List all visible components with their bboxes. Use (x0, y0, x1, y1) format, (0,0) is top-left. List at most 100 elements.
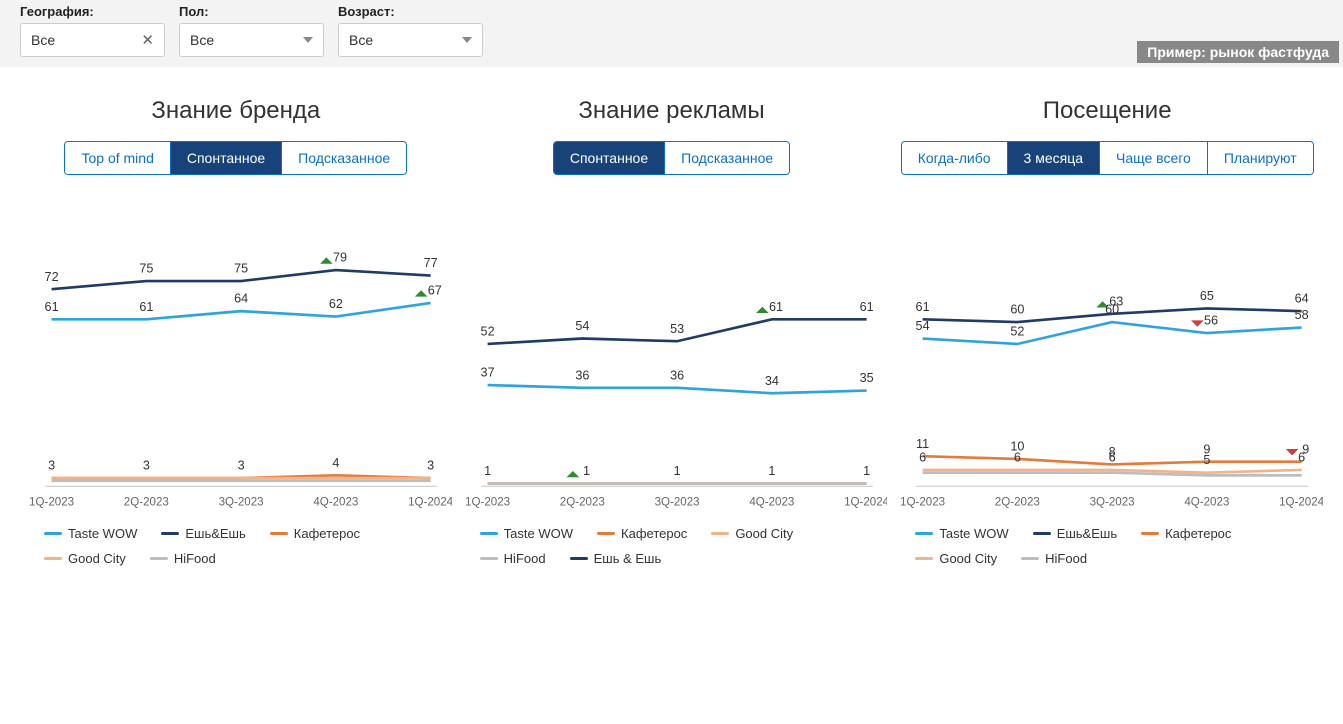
svg-text:6: 6 (1109, 450, 1116, 464)
svg-text:60: 60 (1011, 303, 1025, 317)
tab-group: Когда-либо3 месяцаЧаще всегоПланируют (901, 141, 1314, 175)
svg-text:4: 4 (332, 456, 339, 470)
svg-text:4Q-2023: 4Q-2023 (1185, 496, 1230, 508)
filter-geography-select[interactable]: Все ✕ (20, 23, 165, 57)
legend-swatch (1141, 532, 1159, 535)
svg-text:64: 64 (234, 292, 248, 306)
close-icon[interactable]: ✕ (141, 31, 154, 49)
svg-text:3: 3 (143, 459, 150, 473)
svg-text:3: 3 (48, 459, 55, 473)
legend-label: Taste WOW (68, 526, 137, 541)
legend-item[interactable]: Ешь&Ешь (1033, 526, 1117, 541)
legend-swatch (161, 532, 179, 535)
svg-text:64: 64 (1295, 292, 1309, 306)
svg-text:61: 61 (916, 300, 930, 314)
tab-button[interactable]: Планируют (1208, 142, 1313, 174)
legend-swatch (915, 557, 933, 560)
legend-item[interactable]: Ешь & Ешь (570, 551, 662, 566)
filter-geography-label: География: (20, 4, 165, 19)
legend-item[interactable]: HiFood (150, 551, 216, 566)
svg-text:36: 36 (670, 368, 684, 382)
svg-text:6: 6 (919, 450, 926, 464)
legend-swatch (44, 532, 62, 535)
svg-text:35: 35 (859, 371, 873, 385)
example-badge: Пример: рынок фастфуда (1137, 41, 1339, 63)
svg-text:1Q-2024: 1Q-2024 (844, 496, 888, 508)
legend-item[interactable]: HiFood (480, 551, 546, 566)
panel-title: Посещение (1043, 97, 1172, 125)
filter-age: Возраст: Все (338, 4, 483, 57)
tab-button[interactable]: Когда-либо (902, 142, 1008, 174)
legend-swatch (597, 532, 615, 535)
chevron-down-icon (462, 37, 472, 43)
panel-1: Знание рекламыСпонтанноеПодсказанное5254… (456, 97, 888, 570)
legend-swatch (270, 532, 288, 535)
svg-text:1: 1 (484, 464, 491, 478)
chart: 616063656454526056581110899666561Q-20232… (891, 181, 1323, 518)
panel-0: Знание бренда Top of mindСпонтанноеПодска… (20, 97, 452, 570)
svg-text:67: 67 (428, 283, 442, 297)
filter-gender-label: Пол: (179, 4, 324, 19)
legend-swatch (480, 557, 498, 560)
legend-label: Good City (735, 526, 793, 541)
chevron-down-icon (303, 37, 313, 43)
svg-text:72: 72 (45, 270, 59, 284)
legend-label: HiFood (1045, 551, 1087, 566)
svg-text:61: 61 (769, 300, 783, 314)
svg-text:61: 61 (45, 300, 59, 314)
tab-button[interactable]: Подсказанное (665, 142, 789, 174)
legend-item[interactable]: Кафетерос (597, 526, 687, 541)
legend-label: Ешь & Ешь (594, 551, 662, 566)
svg-text:1: 1 (673, 464, 680, 478)
svg-text:4Q-2023: 4Q-2023 (313, 496, 358, 508)
panel-title: Знание бренда (151, 97, 320, 125)
legend-item[interactable]: HiFood (1021, 551, 1087, 566)
svg-text:3Q-2023: 3Q-2023 (219, 496, 264, 508)
legend-label: Good City (939, 551, 997, 566)
legend-item[interactable]: Taste WOW (480, 526, 573, 541)
filter-age-select[interactable]: Все (338, 23, 483, 57)
svg-text:3Q-2023: 3Q-2023 (654, 496, 699, 508)
tab-button[interactable]: Спонтанное (171, 142, 282, 174)
tab-button[interactable]: Спонтанное (554, 142, 665, 174)
svg-text:1Q-2023: 1Q-2023 (900, 496, 945, 508)
legend-item[interactable]: Taste WOW (44, 526, 137, 541)
tab-button[interactable]: Чаще всего (1100, 142, 1208, 174)
legend-label: Good City (68, 551, 126, 566)
svg-text:6: 6 (1298, 450, 1305, 464)
svg-text:2Q-2023: 2Q-2023 (559, 496, 604, 508)
legend-label: Кафетерос (1165, 526, 1231, 541)
tab-button[interactable]: Подсказанное (282, 142, 406, 174)
chart: 72757579776161646267333431Q-20232Q-20233… (20, 181, 452, 518)
legend-item[interactable]: Кафетерос (270, 526, 360, 541)
svg-text:1Q-2023: 1Q-2023 (29, 496, 74, 508)
legend-item[interactable]: Кафетерос (1141, 526, 1231, 541)
legend-label: Ешь&Ешь (185, 526, 245, 541)
legend: Taste WOW Кафетерос Good City HiFood Ешь & Е… (456, 518, 888, 570)
legend-item[interactable]: Good City (711, 526, 793, 541)
tab-button[interactable]: 3 месяца (1008, 142, 1100, 174)
legend-item[interactable]: Good City (44, 551, 126, 566)
filter-gender-value: Все (190, 32, 214, 48)
svg-text:53: 53 (670, 322, 684, 336)
legend-swatch (1021, 557, 1039, 560)
tab-button[interactable]: Top of mind (65, 142, 170, 174)
svg-text:36: 36 (575, 368, 589, 382)
legend-label: Ешь&Ешь (1057, 526, 1117, 541)
filter-age-value: Все (349, 32, 373, 48)
filter-age-label: Возраст: (338, 4, 483, 19)
filter-gender-select[interactable]: Все (179, 23, 324, 57)
panel-title: Знание рекламы (578, 97, 764, 125)
legend-item[interactable]: Taste WOW (915, 526, 1008, 541)
svg-text:3: 3 (238, 459, 245, 473)
tab-group: СпонтанноеПодсказанное (553, 141, 790, 175)
legend-item[interactable]: Good City (915, 551, 997, 566)
filter-geography: География: Все ✕ (20, 4, 165, 57)
legend-label: Taste WOW (504, 526, 573, 541)
svg-text:61: 61 (139, 300, 153, 314)
svg-text:6: 6 (1014, 450, 1021, 464)
svg-text:52: 52 (480, 325, 494, 339)
svg-text:3: 3 (427, 459, 434, 473)
legend-item[interactable]: Ешь&Ешь (161, 526, 245, 541)
legend: Taste WOW Ешь&Ешь Кафетерос Good City HiFood (20, 518, 452, 570)
